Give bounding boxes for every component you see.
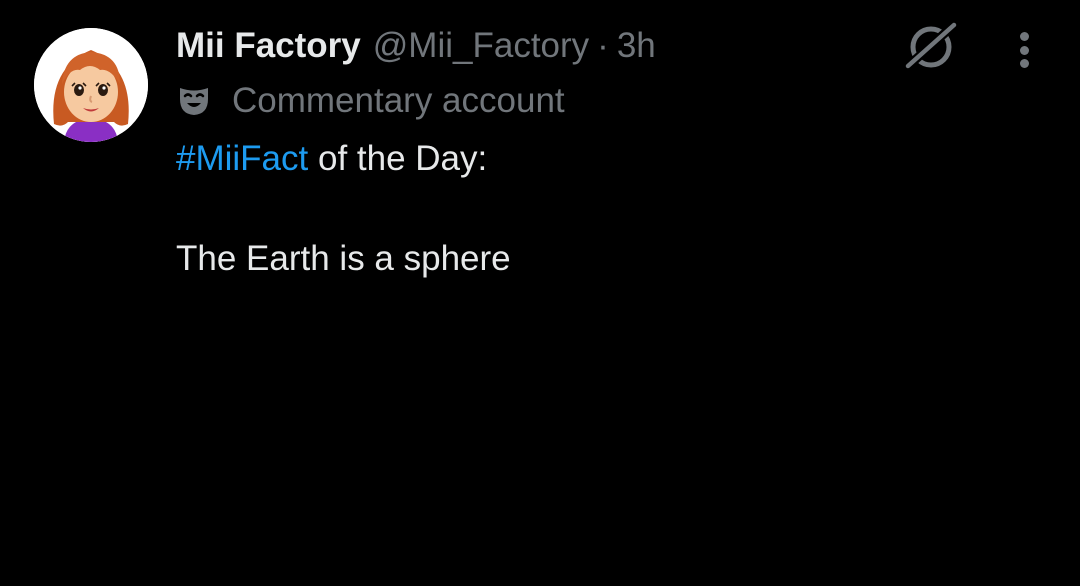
mii-avatar-image — [34, 28, 148, 142]
theater-mask-icon — [176, 83, 212, 119]
more-dot-3 — [1019, 59, 1029, 68]
separator-dot: · — [597, 26, 609, 65]
tweet-header: Mii Factory @Mii_Factory · 3h — [176, 22, 656, 70]
more-dot-1 — [1019, 32, 1029, 41]
tweet-text: #MiiFact of the Day: The Earth is a sphe… — [176, 134, 1036, 284]
display-name[interactable]: Mii Factory — [176, 26, 361, 66]
account-label-text: Commentary account — [232, 81, 565, 120]
tweet-text-line-1: #MiiFact of the Day: — [176, 134, 1036, 184]
tweet-text-line-1-rest: of the Day: — [308, 139, 488, 178]
timestamp[interactable]: 3h — [617, 26, 656, 66]
user-handle[interactable]: @Mii_Factory — [373, 26, 589, 66]
more-vertical-icon[interactable] — [1004, 28, 1044, 72]
grok-icon[interactable] — [902, 19, 960, 72]
avatar[interactable] — [34, 28, 148, 142]
more-dot-2 — [1019, 45, 1029, 55]
tweet-text-line-2: The Earth is a sphere — [176, 239, 511, 278]
tweet[interactable]: Mii Factory @Mii_Factory · 3h Commentary… — [0, 0, 1080, 586]
account-label: Commentary account — [176, 78, 565, 124]
paragraph-break — [176, 184, 1036, 234]
hashtag-link[interactable]: #MiiFact — [176, 139, 308, 178]
